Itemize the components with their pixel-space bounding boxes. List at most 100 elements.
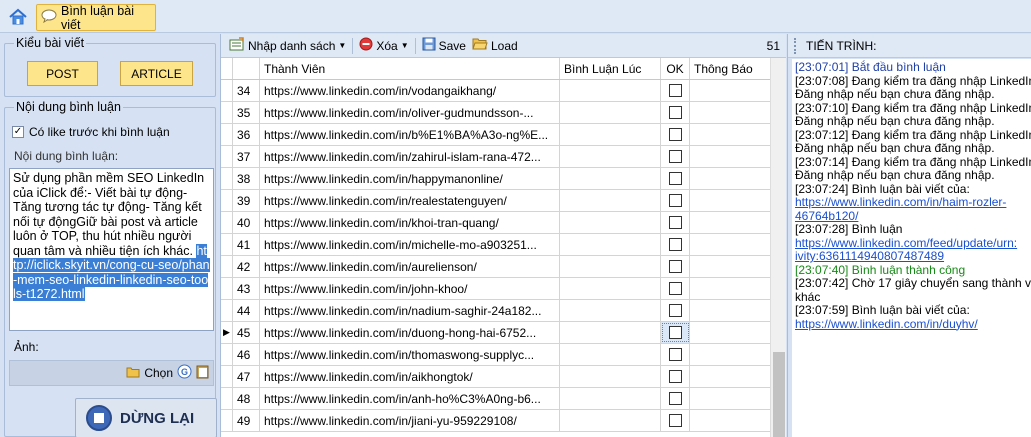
notice-cell[interactable] bbox=[690, 80, 770, 101]
member-url[interactable]: https://www.linkedin.com/in/aikhongtok/ bbox=[260, 366, 560, 387]
member-url[interactable]: https://www.linkedin.com/in/aurelienson/ bbox=[260, 256, 560, 277]
ok-checkbox-cell[interactable] bbox=[661, 278, 690, 299]
article-button[interactable]: ARTICLE bbox=[120, 61, 193, 86]
notice-cell[interactable] bbox=[690, 322, 770, 343]
checkmark-icon[interactable]: ✓ bbox=[12, 126, 24, 138]
log-link[interactable]: ivity:6361114940807487489 bbox=[795, 249, 1029, 264]
header-ok[interactable]: OK bbox=[661, 58, 690, 79]
member-url[interactable]: https://www.linkedin.com/in/nadium-saghi… bbox=[260, 300, 560, 321]
ok-checkbox[interactable] bbox=[668, 106, 682, 119]
table-row[interactable]: 41 https://www.linkedin.com/in/michelle-m… bbox=[221, 234, 770, 256]
google-icon[interactable]: G bbox=[177, 364, 192, 382]
commented-at-cell[interactable] bbox=[560, 234, 661, 255]
ok-checkbox[interactable] bbox=[668, 326, 682, 339]
member-url[interactable]: https://www.linkedin.com/in/realestateng… bbox=[260, 190, 560, 211]
notice-cell[interactable] bbox=[690, 388, 770, 409]
ok-checkbox-cell[interactable] bbox=[661, 234, 690, 255]
table-row[interactable]: 44 https://www.linkedin.com/in/nadium-sag… bbox=[221, 300, 770, 322]
member-url[interactable]: https://www.linkedin.com/in/oliver-gudmu… bbox=[260, 102, 560, 123]
commented-at-cell[interactable] bbox=[560, 168, 661, 189]
ok-checkbox[interactable] bbox=[668, 282, 682, 295]
member-url[interactable]: https://www.linkedin.com/in/vodangaikhan… bbox=[260, 80, 560, 101]
notice-cell[interactable] bbox=[690, 102, 770, 123]
post-button[interactable]: POST bbox=[27, 61, 98, 86]
notice-cell[interactable] bbox=[690, 146, 770, 167]
ok-checkbox[interactable] bbox=[668, 150, 682, 163]
table-row[interactable]: 47 https://www.linkedin.com/in/aikhongtok… bbox=[221, 366, 770, 388]
notice-cell[interactable] bbox=[690, 410, 770, 431]
tab-comment-post[interactable]: Bình luận bài viết bbox=[36, 4, 156, 32]
ok-checkbox[interactable] bbox=[668, 414, 682, 427]
ok-checkbox-cell[interactable] bbox=[661, 322, 690, 343]
import-list-button[interactable]: Nhập danh sách ▼ bbox=[229, 37, 346, 54]
table-row[interactable]: 46 https://www.linkedin.com/in/thomaswong… bbox=[221, 344, 770, 366]
commented-at-cell[interactable] bbox=[560, 322, 661, 343]
table-row[interactable]: 48 https://www.linkedin.com/in/anh-ho%C3%… bbox=[221, 388, 770, 410]
ok-checkbox[interactable] bbox=[668, 348, 682, 361]
table-row[interactable]: 36 https://www.linkedin.com/in/b%E1%BA%A3… bbox=[221, 124, 770, 146]
commented-at-cell[interactable] bbox=[560, 212, 661, 233]
member-url[interactable]: https://www.linkedin.com/in/thomaswong-s… bbox=[260, 344, 560, 365]
member-url[interactable]: https://www.linkedin.com/in/michelle-mo-… bbox=[260, 234, 560, 255]
commented-at-cell[interactable] bbox=[560, 278, 661, 299]
member-url[interactable]: https://www.linkedin.com/in/john-khoo/ bbox=[260, 278, 560, 299]
commented-at-cell[interactable] bbox=[560, 366, 661, 387]
commented-at-cell[interactable] bbox=[560, 146, 661, 167]
commented-at-cell[interactable] bbox=[560, 80, 661, 101]
member-url[interactable]: https://www.linkedin.com/in/khoi-tran-qu… bbox=[260, 212, 560, 233]
like-checkbox[interactable]: ✓ Có like trước khi bình luận bbox=[12, 125, 170, 139]
ok-checkbox[interactable] bbox=[668, 260, 682, 273]
ok-checkbox-cell[interactable] bbox=[661, 344, 690, 365]
ok-checkbox-cell[interactable] bbox=[661, 190, 690, 211]
ok-checkbox[interactable] bbox=[668, 194, 682, 207]
ok-checkbox[interactable] bbox=[668, 172, 682, 185]
table-row[interactable]: 43 https://www.linkedin.com/in/john-khoo/ bbox=[221, 278, 770, 300]
save-button[interactable]: Save bbox=[422, 37, 466, 54]
grid-scrollbar[interactable] bbox=[770, 58, 786, 437]
notice-cell[interactable] bbox=[690, 256, 770, 277]
log-link[interactable]: https://www.linkedin.com/in/duyhv/ bbox=[795, 317, 1029, 332]
folder-icon[interactable] bbox=[126, 366, 140, 381]
delete-button[interactable]: Xóa ▼ bbox=[359, 37, 409, 54]
paste-icon[interactable] bbox=[196, 364, 209, 382]
header-notice[interactable]: Thông Báo bbox=[690, 58, 770, 79]
commented-at-cell[interactable] bbox=[560, 102, 661, 123]
table-row[interactable]: 39 https://www.linkedin.com/in/realestate… bbox=[221, 190, 770, 212]
ok-checkbox[interactable] bbox=[668, 238, 682, 251]
log-link[interactable]: 46764b120/ bbox=[795, 209, 1029, 224]
table-row[interactable]: 40 https://www.linkedin.com/in/khoi-tran-… bbox=[221, 212, 770, 234]
notice-cell[interactable] bbox=[690, 190, 770, 211]
table-row[interactable]: 34 https://www.linkedin.com/in/vodangaikh… bbox=[221, 80, 770, 102]
member-url[interactable]: https://www.linkedin.com/in/b%E1%BA%A3o-… bbox=[260, 124, 560, 145]
stop-button[interactable]: DỪNG LẠI bbox=[75, 398, 217, 437]
log-link[interactable]: https://www.linkedin.com/feed/update/urn… bbox=[795, 236, 1029, 251]
member-url[interactable]: https://www.linkedin.com/in/duong-hong-h… bbox=[260, 322, 560, 343]
member-url[interactable]: https://www.linkedin.com/in/zahirul-isla… bbox=[260, 146, 560, 167]
table-row[interactable]: 42 https://www.linkedin.com/in/aurelienso… bbox=[221, 256, 770, 278]
table-row[interactable]: 38 https://www.linkedin.com/in/happymanon… bbox=[221, 168, 770, 190]
commented-at-cell[interactable] bbox=[560, 300, 661, 321]
ok-checkbox-cell[interactable] bbox=[661, 300, 690, 321]
notice-cell[interactable] bbox=[690, 344, 770, 365]
notice-cell[interactable] bbox=[690, 212, 770, 233]
table-row[interactable]: 49 https://www.linkedin.com/in/jiani-yu-9… bbox=[221, 410, 770, 432]
commented-at-cell[interactable] bbox=[560, 124, 661, 145]
home-icon[interactable] bbox=[8, 7, 28, 27]
ok-checkbox[interactable] bbox=[668, 216, 682, 229]
notice-cell[interactable] bbox=[690, 278, 770, 299]
commented-at-cell[interactable] bbox=[560, 256, 661, 277]
comment-textarea[interactable]: Sử dụng phần mềm SEO LinkedIn của iClick… bbox=[9, 168, 214, 331]
ok-checkbox[interactable] bbox=[668, 304, 682, 317]
ok-checkbox-cell[interactable] bbox=[661, 256, 690, 277]
member-url[interactable]: https://www.linkedin.com/in/anh-ho%C3%A0… bbox=[260, 388, 560, 409]
ok-checkbox-cell[interactable] bbox=[661, 212, 690, 233]
ok-checkbox-cell[interactable] bbox=[661, 102, 690, 123]
notice-cell[interactable] bbox=[690, 300, 770, 321]
ok-checkbox[interactable] bbox=[668, 370, 682, 383]
ok-checkbox-cell[interactable] bbox=[661, 410, 690, 431]
ok-checkbox[interactable] bbox=[668, 128, 682, 141]
notice-cell[interactable] bbox=[690, 234, 770, 255]
commented-at-cell[interactable] bbox=[560, 410, 661, 431]
ok-checkbox-cell[interactable] bbox=[661, 168, 690, 189]
member-url[interactable]: https://www.linkedin.com/in/happymanonli… bbox=[260, 168, 560, 189]
